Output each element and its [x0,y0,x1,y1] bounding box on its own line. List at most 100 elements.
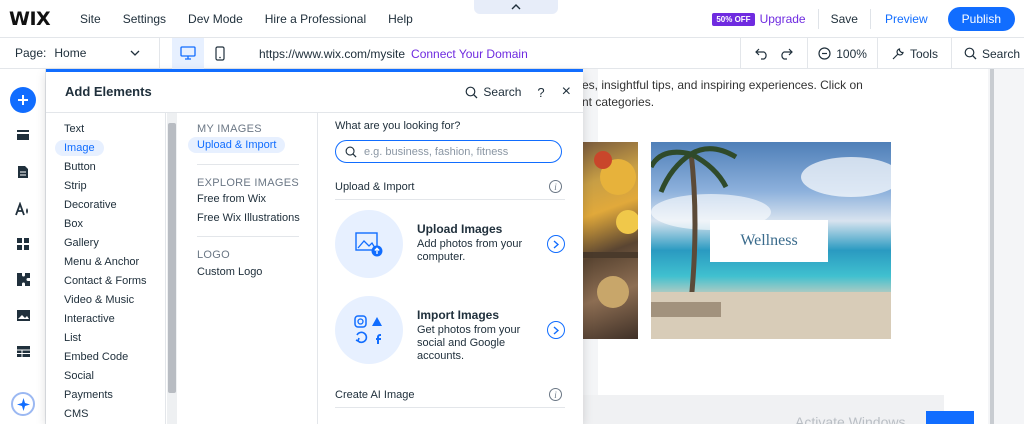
panel-search-button[interactable]: Search [465,85,521,99]
page-icon [18,166,28,178]
upgrade-link[interactable]: Upgrade [760,12,806,26]
import-images-title: Import Images [417,308,500,322]
toolbar-search-button[interactable]: Search [950,38,1024,69]
category-list: Text Image Button Strip Decorative Box G… [46,113,166,424]
sparkle-icon [11,392,35,416]
search-icon [465,86,478,98]
divider [197,236,299,237]
media-button[interactable] [0,303,46,327]
ai-assistant-button[interactable] [0,392,46,416]
category-scroll-thumb[interactable] [168,123,176,393]
image-search-box[interactable] [335,140,562,163]
connect-domain-link[interactable]: Connect Your Domain [411,47,528,61]
panel-header: Add Elements Search ? × [46,71,583,113]
body-text-line: es, insightful tips, and inspiring exper… [582,78,863,92]
help-icon[interactable]: ? [537,85,544,100]
food-image-art [583,151,638,308]
category-video-music[interactable]: Video & Music [55,292,143,308]
save-button[interactable]: Save [819,12,870,26]
import-images-card[interactable]: Import Images Get photos from your socia… [335,296,575,364]
canvas-scrollbar[interactable] [990,69,994,424]
nav-hire-professional[interactable]: Hire a Professional [254,0,377,38]
upload-images-desc: Add photos from your computer. [417,238,523,263]
search-label: Search [981,46,1020,61]
sub-custom-logo[interactable]: Custom Logo [197,266,262,278]
page-selector[interactable]: Page: Home [0,37,160,69]
preview-button[interactable]: Preview [871,12,942,26]
publish-button[interactable]: Publish [947,7,1015,31]
category-button[interactable]: Button [55,159,105,175]
nav-site[interactable]: Site [69,0,112,38]
logo-heading: LOGO [197,249,230,261]
add-section-button[interactable] [0,123,46,147]
info-icon[interactable]: i [549,388,562,401]
social-import-icon [335,296,403,364]
toolbar-right: 100% Tools Search [740,38,1024,69]
category-menu-anchor[interactable]: Menu & Anchor [55,254,148,270]
undo-icon[interactable] [755,48,769,60]
page-body-text[interactable]: es, insightful tips, and inspiring exper… [582,77,882,111]
nav-help[interactable]: Help [377,0,424,38]
page-button[interactable] [926,411,974,424]
activate-windows-watermark: Activate Windows [795,414,906,424]
nav-dev-mode[interactable]: Dev Mode [177,0,254,38]
category-contact-forms[interactable]: Contact & Forms [55,273,156,289]
cms-button[interactable] [0,339,46,363]
divider [197,164,299,165]
info-icon[interactable]: i [549,180,562,193]
wix-logo[interactable]: WIX [9,8,69,30]
tools-button[interactable]: Tools [876,38,951,69]
image-search-input[interactable] [364,145,554,158]
upload-section-title: Upload & Import [335,181,415,193]
chevron-down-icon [130,50,140,56]
redo-icon[interactable] [779,48,794,60]
mobile-view-button[interactable] [204,38,236,69]
upload-images-card[interactable]: Upload Images Add photos from your compu… [335,210,575,278]
category-text[interactable]: Text [55,121,93,137]
sub-upload-import[interactable]: Upload & Import [188,137,286,153]
image-icon [16,309,30,321]
category-scroll-track[interactable] [167,113,177,424]
category-social[interactable]: Social [55,368,103,384]
top-bar: WIX Site Settings Dev Mode Hire a Profes… [0,0,1024,38]
category-list[interactable]: List [55,330,90,346]
category-interactive[interactable]: Interactive [55,311,124,327]
add-apps-button[interactable] [0,232,46,256]
desktop-view-button[interactable] [172,37,204,69]
discount-badge[interactable]: 50% OFF [712,12,755,26]
site-url-bar[interactable]: https://www.wix.com/mysite Connect Your … [250,42,744,65]
category-image[interactable]: Image [55,140,104,156]
page-label: Page: [15,46,47,60]
left-rail [0,69,46,424]
category-gallery[interactable]: Gallery [55,235,108,251]
nav-settings[interactable]: Settings [112,0,177,38]
top-nav: Site Settings Dev Mode Hire a Profession… [69,0,424,38]
category-cms[interactable]: CMS [55,406,97,422]
category-strip[interactable]: Strip [55,178,96,194]
category-embed-code[interactable]: Embed Code [55,349,137,365]
panel-content: What are you looking for? Upload & Impor… [318,113,583,424]
design-button[interactable] [0,197,46,221]
ai-section-title: Create AI Image [335,389,415,401]
category-payments[interactable]: Payments [55,387,122,403]
category-box[interactable]: Box [55,216,92,232]
plus-icon [10,87,36,113]
chevron-right-icon[interactable] [547,235,565,253]
editor-toolbar: Page: Home https://www.wix.com/mysite Co… [0,37,1024,69]
close-icon[interactable]: × [562,83,571,101]
puzzle-icon [16,272,30,286]
sub-free-from-wix[interactable]: Free from Wix [197,193,266,205]
business-apps-button[interactable] [0,267,46,291]
body-text-line: nt categories. [582,95,655,109]
add-elements-button[interactable] [0,87,46,113]
pages-button[interactable] [0,160,46,184]
category-decorative[interactable]: Decorative [55,197,126,213]
chevron-up-icon [511,4,521,10]
zoom-button[interactable]: 100% [807,38,877,69]
sub-free-illustrations[interactable]: Free Wix Illustrations [197,212,300,224]
image-caption[interactable]: Wellness [710,220,828,262]
food-image[interactable] [583,142,638,339]
chevron-right-icon[interactable] [547,321,565,339]
explore-images-heading: EXPLORE IMAGES [197,177,300,189]
collapse-toolbar-handle[interactable] [474,0,558,14]
